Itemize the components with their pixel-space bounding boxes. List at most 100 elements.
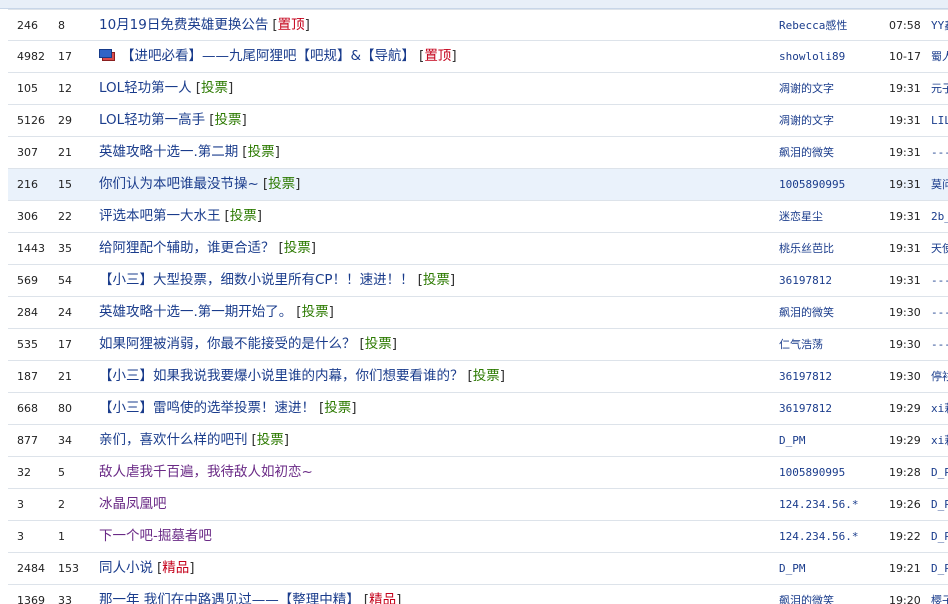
last-replier-link[interactable]: D_P [931,521,948,552]
last-replier-link[interactable]: 2b_ [931,201,948,232]
thread-tag-link[interactable]: 精品 [369,592,396,604]
last-replier-link[interactable]: xi莉 [931,393,948,424]
last-reply-time: 19:30 [889,306,921,319]
last-replier-link[interactable]: 停衫 [931,361,948,392]
tag-bracket-close: ] [328,304,334,320]
author-link[interactable]: showloli89 [779,41,845,72]
last-replier-link[interactable]: 元子 [931,73,948,104]
last-replier-link[interactable]: ---- [931,329,948,360]
author-link[interactable]: 飙泪的微笑 [779,137,834,168]
thread-title-link[interactable]: LOL轻功第一人 [99,80,192,96]
last-replier-link[interactable]: D_P [931,457,948,488]
thread-title-link[interactable]: 如果阿狸被消弱，你最不能接受的是什么？ [99,336,356,352]
last-replier-link[interactable]: D_P [931,489,948,520]
click-count: 105 [17,82,38,95]
pinned-notice-icon [99,49,115,61]
thread-title-link[interactable]: 给阿狸配个辅助，谁更合适？ [99,240,275,256]
last-replier-link[interactable]: LIL [931,105,948,136]
author-link[interactable]: 36197812 [779,361,832,392]
thread-title-link[interactable]: 你们认为本吧谁最没节操~ [99,176,259,192]
thread-title-link[interactable]: 英雄攻略十选一.第二期 [99,144,238,160]
author-link[interactable]: 1005890995 [779,457,845,488]
author-link[interactable]: 36197812 [779,393,832,424]
author-link[interactable]: D_PM [779,425,806,456]
last-replier-link[interactable]: 樱子 [931,585,948,604]
author-link[interactable]: Rebecca感性 [779,10,847,41]
thread-title-cell: 10月19日免费英雄更换公告 [置顶] [99,10,310,41]
click-count: 187 [17,370,38,383]
thread-tag-link[interactable]: 置顶 [424,48,451,64]
thread-title-link[interactable]: 【小三】如果我说我要爆小说里谁的内幕，你们想要看谁的？ [99,368,464,384]
author-link[interactable]: 124.234.56.* [779,521,858,552]
author-link[interactable]: 凋谢的文字 [779,73,834,104]
author-link[interactable]: 1005890995 [779,169,845,200]
tag-bracket-close: ] [451,48,457,64]
list-header-strip [0,0,948,9]
thread-tag-link[interactable]: 投票 [201,80,228,96]
thread-title-link[interactable]: 【小三】大型投票，细数小说里所有CP！！速进！！ [99,272,414,288]
tag-bracket-close: ] [449,272,456,288]
author-link[interactable]: 仁气浩荡 [779,329,823,360]
thread-row: 32 5 敌人虐我千百遍，我待敌人如初恋~ 1005890995 19:28 D_P [8,457,948,489]
thread-title-link[interactable]: 那一年 我们在中路遇见过——【整理中精】 [99,592,360,604]
thread-title-link[interactable]: 【进吧必看】——九尾阿狸吧【吧规】&【导航】 [121,48,415,64]
thread-tag-link[interactable]: 投票 [423,272,450,288]
click-count: 307 [17,146,38,159]
thread-title-link[interactable]: 同人小说 [99,560,153,576]
author-link[interactable]: 飙泪的微笑 [779,585,834,604]
tag-bracket-close: ] [391,336,398,352]
thread-title-link[interactable]: 亲们，喜欢什么样的吧刊 [99,432,248,448]
author-link[interactable]: 凋谢的文字 [779,105,834,136]
thread-tag-link[interactable]: 置顶 [278,17,305,33]
author-link[interactable]: 飙泪的微笑 [779,297,834,328]
thread-tag-link[interactable]: 投票 [473,368,500,384]
thread-tag-link[interactable]: 投票 [214,112,241,128]
tag-bracket-close: ] [295,176,301,192]
thread-title-link[interactable]: LOL轻功第一高手 [99,112,205,128]
author-link[interactable]: 124.234.56.* [779,489,858,520]
click-count: 1369 [17,594,45,604]
thread-title-cell: 亲们，喜欢什么样的吧刊 [投票] [99,425,289,456]
thread-title-cell: 给阿狸配个辅助，谁更合适？ [投票] [99,233,316,264]
thread-tag-link[interactable]: 投票 [324,400,351,416]
thread-tag-link[interactable]: 投票 [248,144,275,160]
thread-title-link[interactable]: 敌人虐我千百遍，我待敌人如初恋~ [99,464,313,480]
last-replier-link[interactable]: D_P [931,553,948,584]
thread-title-link[interactable]: 评选本吧第一大水王 [99,208,221,224]
last-reply-time: 19:31 [889,82,921,95]
last-replier-link[interactable]: ---- [931,265,948,296]
thread-tag: [投票] [242,144,280,160]
author-link[interactable]: D_PM [779,553,806,584]
thread-tag-link[interactable]: 投票 [302,304,329,320]
thread-title-cell: 【小三】如果我说我要爆小说里谁的内幕，你们想要看谁的？ [投票] [99,361,505,392]
thread-tag-link[interactable]: 投票 [230,208,257,224]
author-link[interactable]: 36197812 [779,265,832,296]
reply-count: 1 [58,530,65,543]
last-replier-link[interactable]: 天使 [931,233,948,264]
thread-tag-link[interactable]: 投票 [365,336,392,352]
tag-bracket-close: ] [283,432,290,448]
last-replier-link[interactable]: 蜀人 [931,41,948,72]
thread-title-link[interactable]: 【小三】雷鸣使的选举投票！速进！ [99,400,315,416]
thread-title-link[interactable]: 10月19日免费英雄更换公告 [99,17,268,33]
thread-title-cell: 同人小说 [精品] [99,553,195,584]
thread-title-link[interactable]: 英雄攻略十选一.第一期开始了。 [99,304,292,320]
thread-tag-link[interactable]: 投票 [268,176,295,192]
tag-bracket-close: ] [227,80,234,96]
thread-tag-link[interactable]: 精品 [162,560,189,576]
last-replier-link[interactable]: ---- [931,137,948,168]
thread-title-link[interactable]: 下一个吧-掘墓者吧 [99,528,212,544]
last-replier-link[interactable]: ---- [931,297,948,328]
last-replier-link[interactable]: YY鑫 [931,10,948,41]
thread-tag-link[interactable]: 投票 [257,432,284,448]
author-link[interactable]: 迷恋星尘 [779,201,823,232]
thread-row: 3 1 下一个吧-掘墓者吧 124.234.56.* 19:22 D_P [8,521,948,553]
last-replier-link[interactable]: 莫问 [931,169,948,200]
thread-tag: [投票] [468,368,506,384]
thread-title-link[interactable]: 冰晶凤凰吧 [99,496,167,512]
last-replier-link[interactable]: xi莉 [931,425,948,456]
reply-count: 22 [58,210,72,223]
author-link[interactable]: 桃乐丝芭比 [779,233,834,264]
tag-bracket-close: ] [189,560,195,576]
thread-tag-link[interactable]: 投票 [284,240,311,256]
